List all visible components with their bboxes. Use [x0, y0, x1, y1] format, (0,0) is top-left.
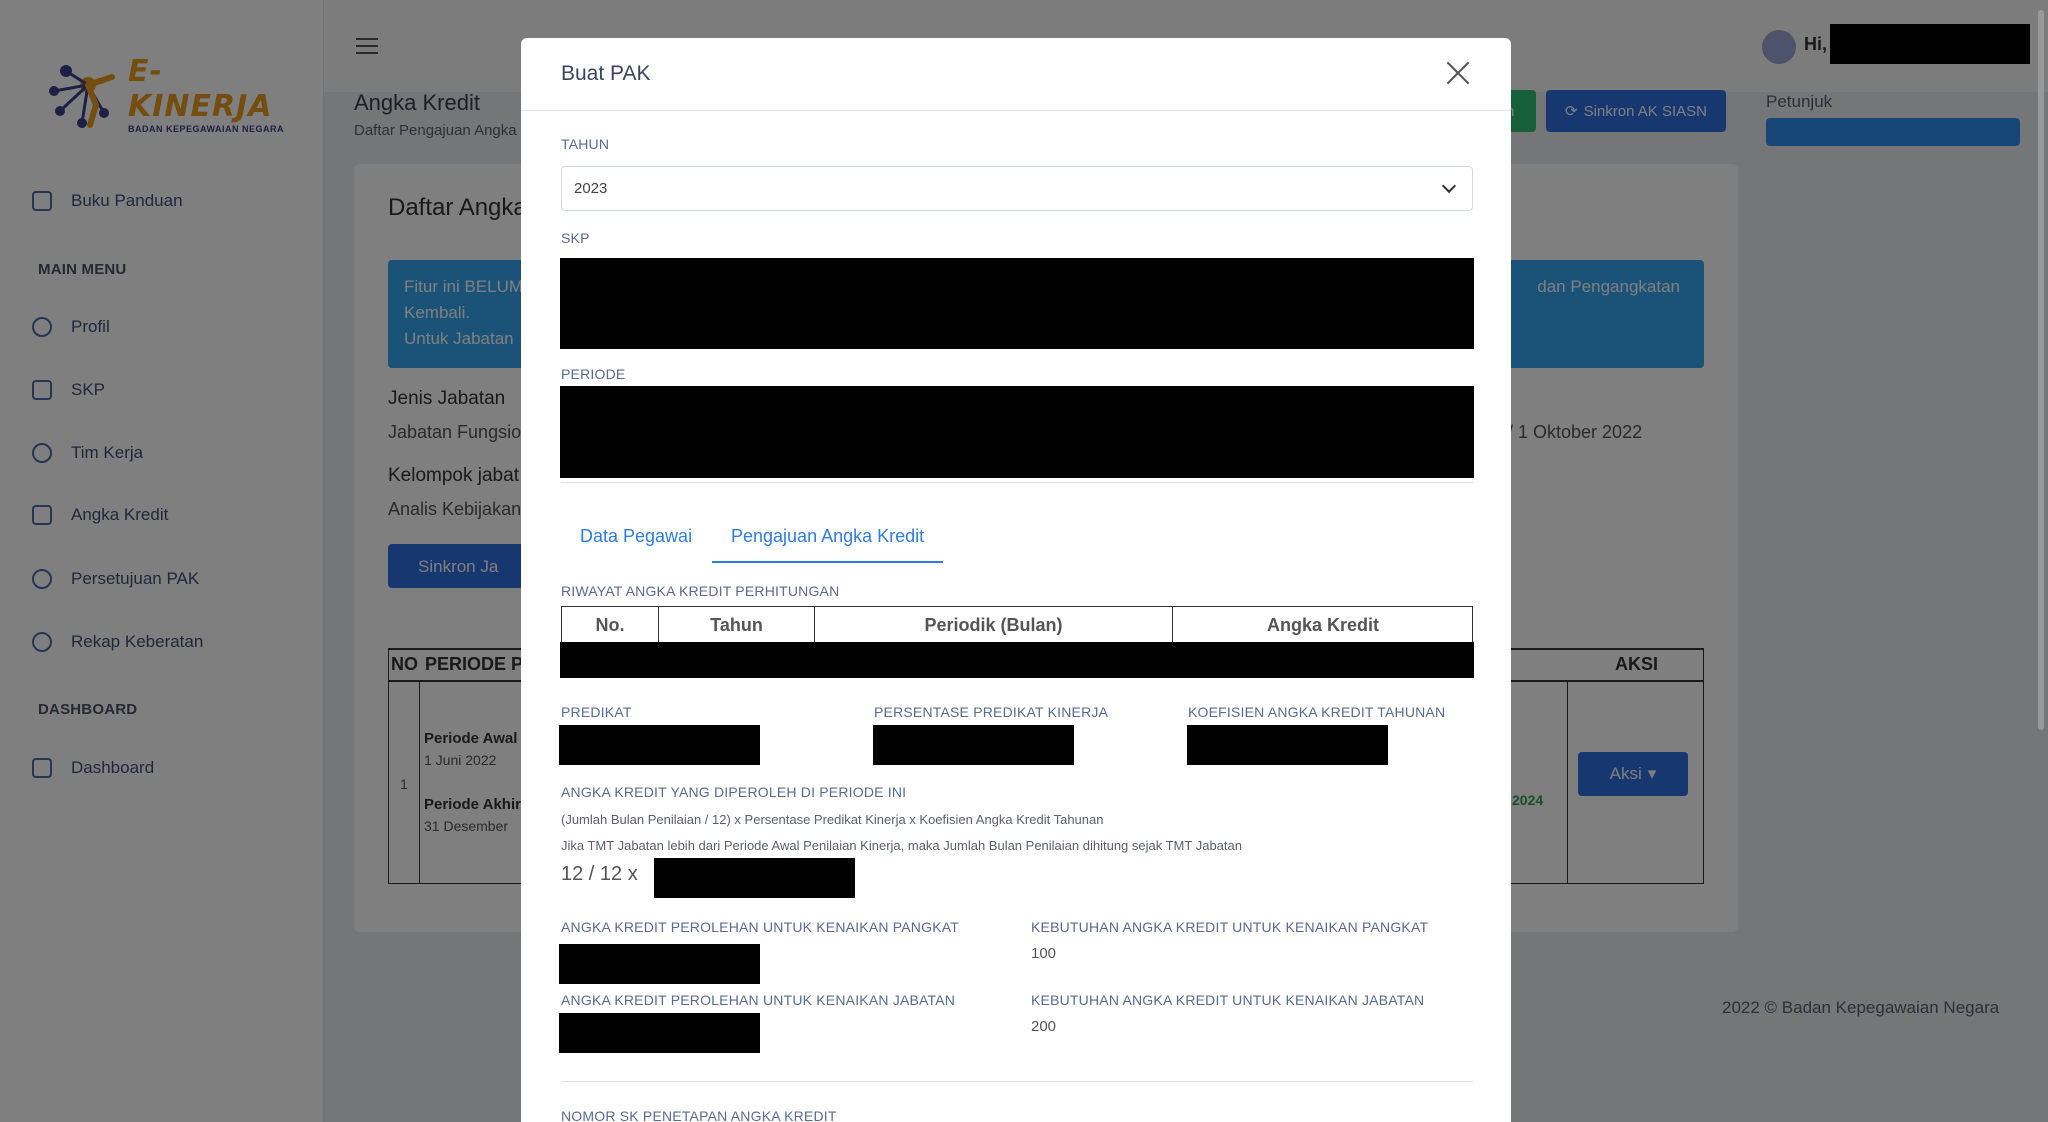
- close-icon[interactable]: [1445, 60, 1471, 86]
- modal-title: Buat PAK: [561, 62, 651, 85]
- diperoleh-label: ANGKA KREDIT YANG DIPEROLEH DI PERIODE I…: [561, 784, 907, 800]
- riwayat-header-angka-kredit: Angka Kredit: [1266, 614, 1380, 635]
- modal-header: Buat PAK: [521, 38, 1511, 111]
- chevron-down-icon: [1441, 178, 1457, 194]
- perolehan-pangkat-value-redacted: [559, 944, 760, 984]
- formula-value: 12 / 12 x: [561, 863, 638, 885]
- koefisien-label: KOEFISIEN ANGKA KREDIT TAHUNAN: [1188, 704, 1446, 720]
- koefisien-value-redacted: [1187, 725, 1388, 765]
- kebutuhan-jabatan-label: KEBUTUHAN ANGKA KREDIT UNTUK KENAIKAN JA…: [1031, 992, 1425, 1008]
- skp-field-redacted[interactable]: [560, 258, 1474, 349]
- riwayat-header-periodik: Periodik (Bulan): [815, 607, 1173, 643]
- riwayat-row-redacted: [560, 642, 1474, 678]
- persentase-label: PERSENTASE PREDIKAT KINERJA: [874, 704, 1109, 720]
- tahun-label: TAHUN: [561, 136, 610, 152]
- riwayat-header-no: No.: [562, 607, 659, 643]
- nomor-sk-label: NOMOR SK PENETAPAN ANGKA KREDIT: [561, 1108, 837, 1122]
- kebutuhan-pangkat-value: 100: [1031, 945, 1057, 962]
- formula-result-redacted: [654, 858, 855, 898]
- buat-pak-modal: Buat PAK TAHUN 2023 SKP PERIODE Data Peg…: [521, 38, 1511, 1122]
- formula-line-2: Jika TMT Jabatan lebih dari Periode Awal…: [561, 838, 1242, 853]
- riwayat-header-tahun: Tahun: [659, 607, 815, 643]
- skp-label: SKP: [561, 230, 590, 246]
- riwayat-table: No. Tahun Periodik (Bulan) Angka Kredit: [561, 606, 1473, 643]
- riwayat-label: RIWAYAT ANGKA KREDIT PERHITUNGAN: [561, 583, 840, 599]
- predikat-label: PREDIKAT: [561, 704, 632, 720]
- page-scrollbar[interactable]: [2038, 10, 2044, 730]
- tahun-selected-value: 2023: [574, 180, 608, 197]
- kebutuhan-jabatan-value: 200: [1031, 1018, 1057, 1035]
- tab-pengajuan-angka-kredit[interactable]: Pengajuan Angka Kredit: [712, 526, 944, 563]
- tab-data-pegawai[interactable]: Data Pegawai: [561, 526, 711, 561]
- periode-label: PERIODE: [561, 366, 626, 382]
- periode-field-redacted[interactable]: [560, 386, 1474, 478]
- tahun-select[interactable]: 2023: [561, 166, 1473, 211]
- predikat-value-redacted: [559, 725, 760, 765]
- formula-line-1: (Jumlah Bulan Penilaian / 12) x Persenta…: [561, 812, 1104, 827]
- perolehan-pangkat-label: ANGKA KREDIT PEROLEHAN UNTUK KENAIKAN PA…: [561, 919, 959, 935]
- kebutuhan-pangkat-label: KEBUTUHAN ANGKA KREDIT UNTUK KENAIKAN PA…: [1031, 919, 1429, 935]
- perolehan-jabatan-value-redacted: [559, 1013, 760, 1053]
- persentase-value-redacted: [873, 725, 1074, 765]
- perolehan-jabatan-label: ANGKA KREDIT PEROLEHAN UNTUK KENAIKAN JA…: [561, 992, 956, 1008]
